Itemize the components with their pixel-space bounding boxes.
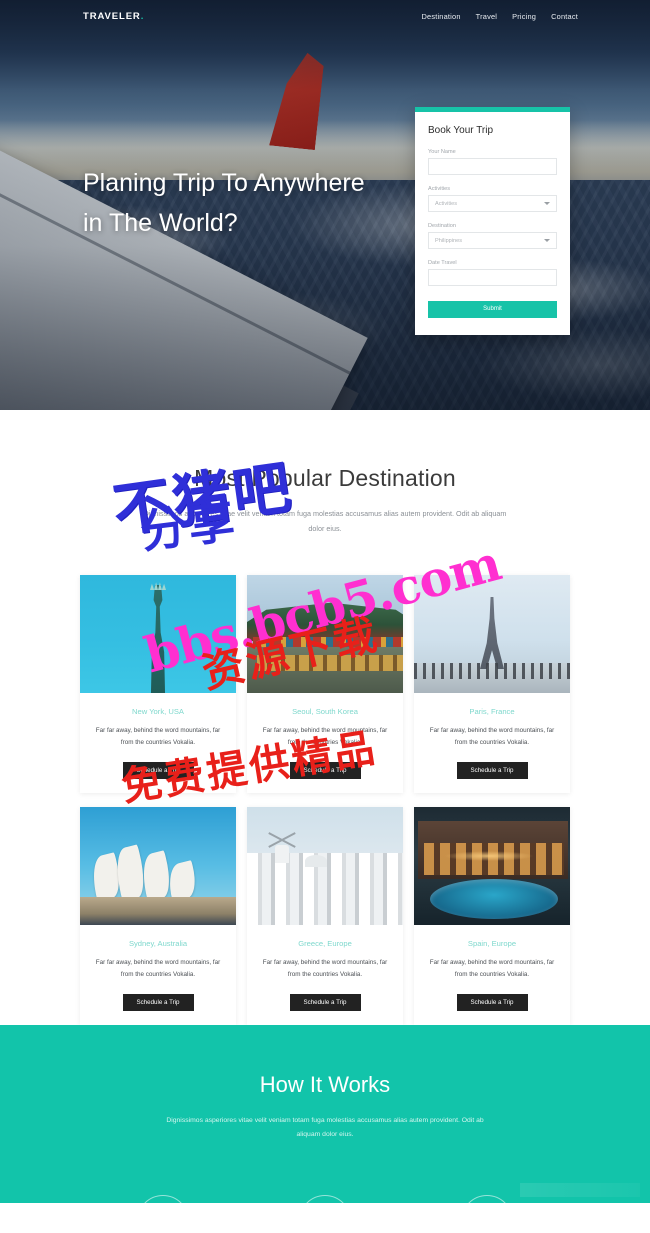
windmill: [275, 845, 289, 863]
destination-name: Sydney, Australia: [128, 939, 188, 948]
destination-description: Far far away, behind the word mountains,…: [95, 727, 221, 746]
activities-selected-value: Activities: [435, 200, 458, 207]
destination-name: Spain, Europe: [467, 939, 517, 948]
destination-description: Far far away, behind the word mountains,…: [429, 727, 555, 746]
site-logo[interactable]: TRAVELER.: [83, 11, 144, 22]
destination-description: Far far away, behind the word mountains,…: [429, 959, 555, 978]
crowd-silhouettes: [414, 663, 570, 679]
destination-description: Far far away, behind the word mountains,…: [262, 727, 388, 746]
activities-label: Activities: [428, 186, 451, 192]
destination-card[interactable]: Greece, Europe Far far away, behind the …: [247, 807, 403, 1025]
schedule-trip-button[interactable]: Schedule a Trip: [289, 994, 361, 1011]
church-dome: [305, 855, 327, 867]
nav-links: Destination Travel Pricing Contact: [421, 12, 578, 21]
spanish-villa-pool-photo: [414, 807, 570, 925]
destination-name: Paris, France: [469, 707, 515, 716]
destination-description: Far far away, behind the word mountains,…: [262, 959, 388, 978]
palace-beam: [253, 637, 403, 647]
field-destination: Destination Philippines: [428, 223, 557, 249]
palace-roof: [247, 602, 403, 641]
your-name-input[interactable]: [428, 158, 557, 175]
statue-of-liberty-photo: [80, 575, 236, 693]
nav-item-contact[interactable]: Contact: [551, 12, 578, 21]
form-title: Book Your Trip: [428, 125, 494, 136]
your-name-label: Your Name: [428, 149, 456, 155]
nav-item-destination[interactable]: Destination: [421, 12, 460, 21]
schedule-trip-button[interactable]: Schedule a Trip: [456, 762, 528, 779]
warm-lighting: [444, 851, 534, 861]
destinations-section: Most Popular Destination Dignissimos asp…: [0, 410, 650, 1025]
destination-selected-value: Philippines: [435, 237, 463, 244]
destination-card[interactable]: New York, USA Far far away, behind the w…: [80, 575, 236, 793]
step-circle-icon: [299, 1195, 351, 1203]
schedule-trip-button[interactable]: Schedule a Trip: [289, 762, 361, 779]
how-it-works-section: How It Works Dignissimos asperiores vita…: [0, 1025, 650, 1203]
destination-card[interactable]: Sydney, Australia Far far away, behind t…: [80, 807, 236, 1025]
hero-heading: Planing Trip To Anywhere in The World?: [83, 169, 365, 237]
nav-item-pricing[interactable]: Pricing: [512, 12, 536, 21]
schedule-trip-button[interactable]: Schedule a Trip: [456, 994, 528, 1011]
date-travel-label: Date Travel: [428, 260, 457, 266]
eiffel-tower-shape: [480, 597, 504, 669]
statue-figure: [150, 585, 166, 693]
booking-form-card: Book Your Trip Your Name Activities Acti…: [415, 107, 570, 335]
submit-button[interactable]: Submit: [428, 300, 557, 318]
top-navigation: TRAVELER. Destination Travel Pricing Con…: [0, 0, 650, 33]
landing-page: TRAVELER. Destination Travel Pricing Con…: [0, 0, 650, 1233]
nav-item-travel[interactable]: Travel: [476, 12, 497, 21]
destination-description: Far far away, behind the word mountains,…: [95, 959, 221, 978]
destinations-subtitle: Dignissimos asperiores vitae velit venia…: [143, 509, 507, 533]
swimming-pool: [430, 879, 558, 919]
logo-dot: .: [140, 11, 145, 22]
opera-shell: [164, 860, 200, 902]
destination-label: Destination: [428, 223, 456, 229]
palace-windows: [257, 655, 403, 671]
schedule-trip-button[interactable]: Schedule a Trip: [122, 762, 194, 779]
step-circle-icon: [137, 1195, 189, 1203]
destination-name: Greece, Europe: [298, 939, 352, 948]
hero-section: TRAVELER. Destination Travel Pricing Con…: [0, 0, 650, 410]
korean-palace-photo: [247, 575, 403, 693]
field-your-name: Your Name: [428, 149, 557, 175]
destination-name: Seoul, South Korea: [292, 707, 358, 716]
destinations-title: Most Popular Destination: [194, 465, 456, 491]
chevron-down-icon: [544, 202, 550, 205]
destination-name: New York, USA: [132, 707, 184, 716]
destination-card[interactable]: Seoul, South Korea Far far away, behind …: [247, 575, 403, 793]
corner-decoration: [520, 1183, 640, 1197]
activities-select[interactable]: Activities: [428, 195, 557, 212]
how-it-works-subtitle: Dignissimos asperiores vitae velit venia…: [166, 1117, 484, 1138]
destination-card-grid: New York, USA Far far away, behind the w…: [80, 575, 570, 1025]
opera-base: [80, 897, 236, 925]
sydney-opera-house-photo: [80, 807, 236, 925]
step-circle-icon: [461, 1195, 513, 1203]
santorini-village-photo: [247, 807, 403, 925]
date-travel-input[interactable]: [428, 269, 557, 286]
form-body: Book Your Trip Your Name Activities Acti…: [415, 112, 570, 335]
field-date-travel: Date Travel: [428, 260, 557, 286]
field-activities: Activities Activities: [428, 186, 557, 212]
chevron-down-icon: [544, 239, 550, 242]
destination-card[interactable]: Paris, France Far far away, behind the w…: [414, 575, 570, 793]
schedule-trip-button[interactable]: Schedule a Trip: [122, 994, 194, 1011]
logo-text: TRAVELER: [83, 11, 141, 22]
destination-card[interactable]: Spain, Europe Far far away, behind the w…: [414, 807, 570, 1025]
how-it-works-title: How It Works: [259, 1072, 391, 1097]
eiffel-tower-photo: [414, 575, 570, 693]
destination-select[interactable]: Philippines: [428, 232, 557, 249]
